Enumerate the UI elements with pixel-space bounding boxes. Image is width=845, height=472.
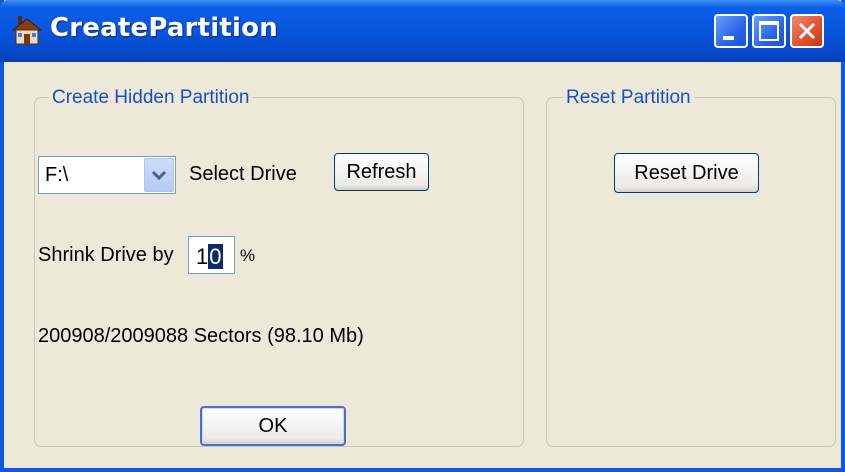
- title-bar[interactable]: CreatePartition: [0, 0, 845, 62]
- select-drive-label: Select Drive: [189, 163, 297, 185]
- percent-label: %: [240, 246, 256, 265]
- maximize-icon: [759, 21, 779, 41]
- window-title: CreatePartition: [50, 13, 278, 43]
- chevron-down-icon: [151, 170, 167, 181]
- minimize-icon: [723, 36, 734, 40]
- drive-select-dropdown-button[interactable]: [144, 158, 174, 192]
- drive-select-value: F:\: [45, 164, 69, 186]
- close-button[interactable]: [790, 14, 824, 48]
- refresh-button[interactable]: Refresh: [334, 153, 429, 191]
- drive-select[interactable]: F:\: [38, 156, 176, 194]
- app-house-icon: [12, 16, 42, 45]
- reset-group-legend: Reset Partition: [563, 87, 694, 109]
- create-partition-window: CreatePartition Create Hidden Partition …: [0, 0, 845, 472]
- shrink-value-selected-digit: 0: [208, 244, 223, 269]
- create-group-legend: Create Hidden Partition: [49, 87, 253, 109]
- sectors-info: 200908/2009088 Sectors (98.10 Mb): [38, 325, 364, 347]
- shrink-drive-label: Shrink Drive by: [38, 244, 174, 266]
- reset-partition-group: Reset Partition: [546, 87, 836, 447]
- close-icon: [798, 22, 816, 40]
- minimize-button[interactable]: [714, 14, 748, 48]
- maximize-button[interactable]: [752, 14, 786, 48]
- ok-button[interactable]: OK: [200, 406, 346, 446]
- shrink-percent-input[interactable]: 10: [188, 236, 235, 274]
- create-hidden-partition-group: Create Hidden Partition: [34, 87, 524, 447]
- reset-drive-button[interactable]: Reset Drive: [614, 153, 759, 193]
- shrink-value-digit: 1: [196, 244, 209, 269]
